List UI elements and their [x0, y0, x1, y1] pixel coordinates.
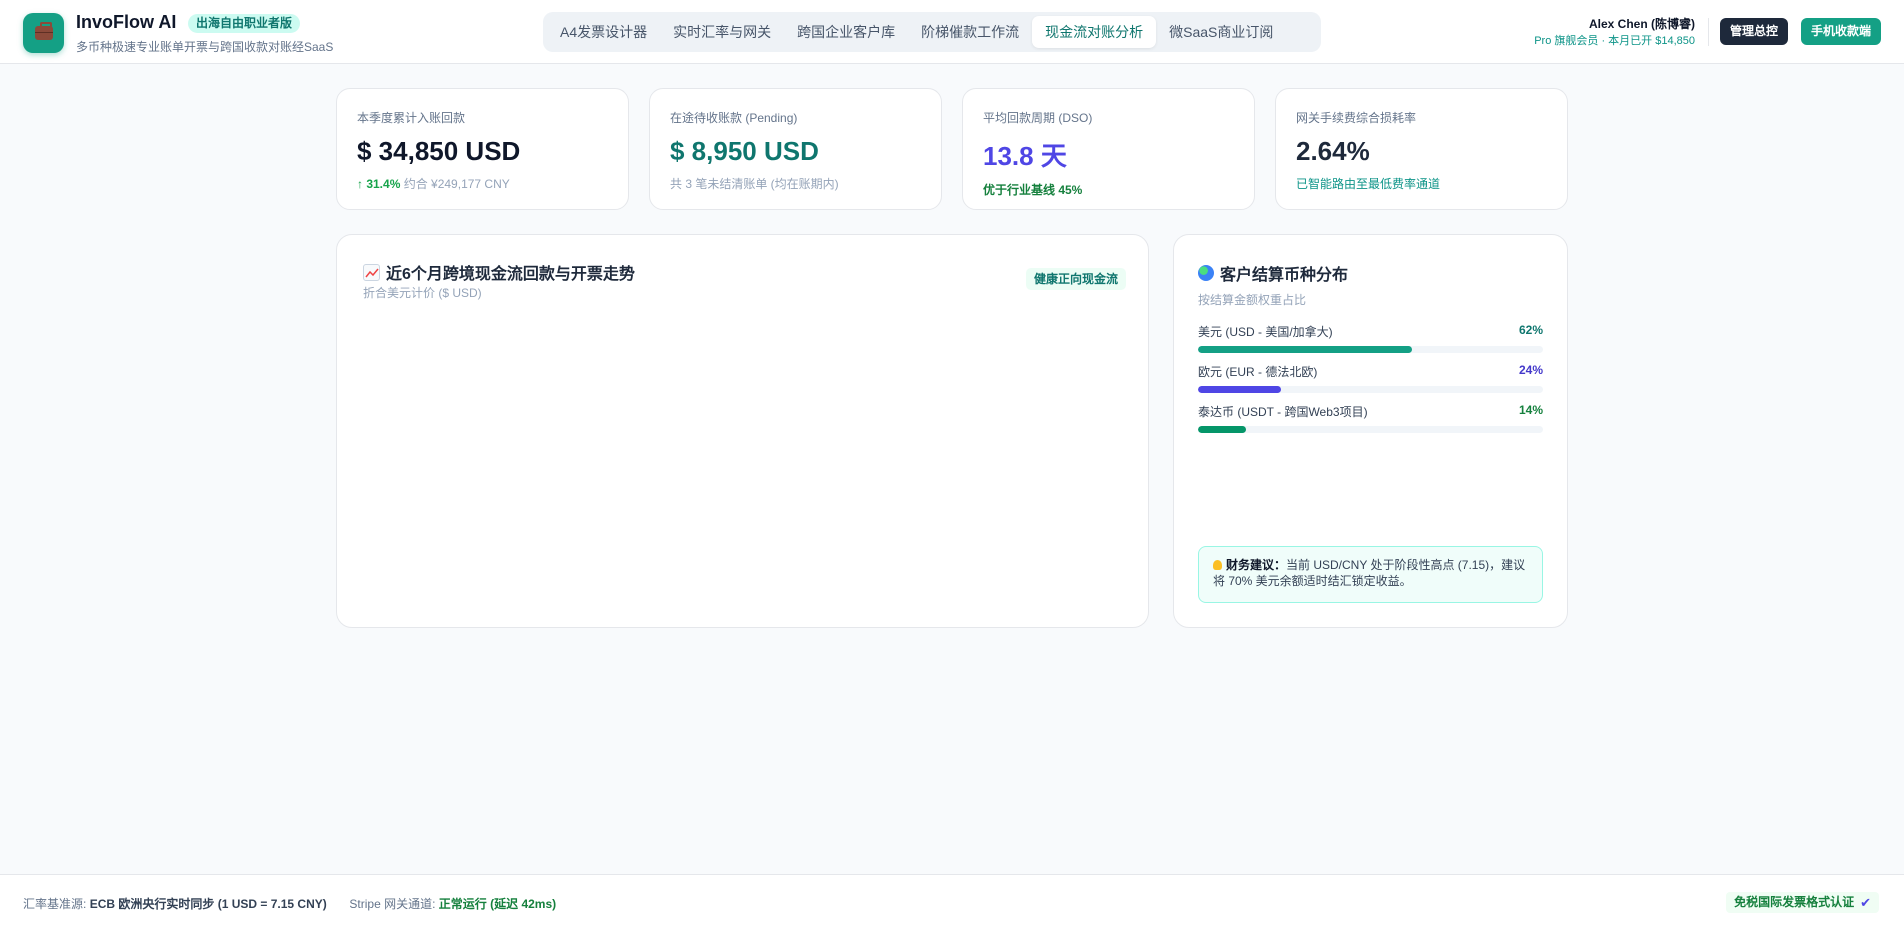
- kpi-foot-text: 约合 ¥249,177 CNY: [403, 177, 510, 191]
- trend-subtitle: 折合美元计价 ($ USD): [363, 286, 482, 300]
- app-subtitle: 多币种极速专业账单开票与跨国收款对账经SaaS: [76, 40, 334, 54]
- kpi-label: 本季度累计入账回款: [357, 111, 466, 125]
- cashflow-trend-panel: 近6个月跨境现金流回款与开票走势 折合美元计价 ($ USD) 健康正向现金流: [336, 234, 1149, 628]
- kpi-card-collected: 本季度累计入账回款 $ 34,850 USD ↑ 31.4% 约合 ¥249,1…: [336, 88, 629, 210]
- tab-cashflow-analysis[interactable]: 现金流对账分析: [1032, 16, 1157, 48]
- app-logo[interactable]: [23, 13, 64, 53]
- admin-console-button[interactable]: 管理总控: [1720, 18, 1789, 45]
- briefcase-icon: [34, 22, 53, 40]
- chart-icon: [363, 263, 380, 281]
- mobile-payment-button[interactable]: 手机收款端: [1801, 18, 1882, 45]
- kpi-foot-text: 共 3 笔未结清账单 (均在账期内): [670, 177, 839, 191]
- tab-saas-subscription[interactable]: 微SaaS商业订阅: [1156, 16, 1286, 48]
- currency-percent: 24%: [1518, 363, 1543, 377]
- header-divider: [1708, 18, 1709, 46]
- kpi-foot-text: 已智能路由至最低费率通道: [1296, 177, 1441, 191]
- currency-label: 欧元 (EUR - 德法北欧): [1198, 365, 1318, 379]
- user-name[interactable]: Alex Chen (陈博睿): [1589, 15, 1695, 32]
- certification-text: 免税国际发票格式认证: [1734, 895, 1855, 909]
- trend-title-text: 近6个月跨境现金流回款与开票走势: [386, 266, 635, 283]
- kpi-card-dso: 平均回款周期 (DSO) 13.8 天 优于行业基线 45%: [962, 88, 1255, 210]
- currency-title-text: 客户结算币种分布: [1220, 267, 1349, 284]
- growth-indicator: ↑ 31.4%: [357, 177, 401, 191]
- kpi-card-fee-rate: 网关手续费综合损耗率 2.64% 已智能路由至最低费率通道: [1275, 88, 1568, 210]
- progress-fill: [1198, 426, 1247, 433]
- rate-source-label: 汇率基准源:: [23, 897, 87, 911]
- status-footer: 汇率基准源: ECB 欧洲央行实时同步 (1 USD = 7.15 CNY) S…: [0, 874, 1904, 929]
- currency-row-usd: 美元 (USD - 美国/加拿大) 62%: [1198, 323, 1543, 353]
- currency-label: 美元 (USD - 美国/加拿大): [1198, 325, 1333, 339]
- currency-subtitle: 按结算金额权重占比: [1198, 293, 1307, 307]
- gateway-status: 正常运行 (延迟 42ms): [438, 897, 557, 911]
- currency-title: 客户结算币种分布: [1198, 261, 1348, 285]
- currency-label: 泰达币 (USDT - 跨国Web3项目): [1198, 405, 1368, 419]
- progress-track: [1198, 426, 1543, 433]
- top-header: InvoFlow AI 出海自由职业者版 多币种极速专业账单开票与跨国收款对账经…: [0, 0, 1904, 64]
- progress-fill: [1198, 346, 1412, 353]
- advice-label: 财务建议：: [1226, 558, 1287, 572]
- rate-source-value: ECB 欧洲央行实时同步 (1 USD = 7.15 CNY): [89, 897, 327, 911]
- kpi-value: $ 8,950 USD: [670, 136, 819, 166]
- progress-fill: [1198, 386, 1281, 393]
- currency-row-eur: 欧元 (EUR - 德法北欧) 24%: [1198, 363, 1543, 393]
- currency-distribution-panel: 客户结算币种分布 按结算金额权重占比 美元 (USD - 美国/加拿大) 62%…: [1173, 234, 1568, 628]
- app-name: InvoFlow AI: [76, 12, 177, 32]
- footer-status: 汇率基准源: ECB 欧洲央行实时同步 (1 USD = 7.15 CNY) S…: [23, 895, 556, 912]
- kpi-label: 平均回款周期 (DSO): [983, 111, 1093, 125]
- edition-badge: 出海自由职业者版: [188, 14, 301, 33]
- currency-percent: 14%: [1518, 403, 1543, 417]
- kpi-foot-text: 优于行业基线 45%: [983, 183, 1083, 197]
- kpi-foot: ↑ 31.4% 约合 ¥249,177 CNY: [357, 175, 608, 192]
- kpi-value: 2.64%: [1296, 136, 1370, 166]
- user-plan: Pro 旗舰会员 · 本月已开 $14,850: [1534, 35, 1695, 47]
- currency-percent: 62%: [1518, 323, 1543, 337]
- globe-icon: [1198, 265, 1214, 281]
- progress-track: [1198, 346, 1543, 353]
- trend-title: 近6个月跨境现金流回款与开票走势: [363, 260, 635, 284]
- gateway-label: Stripe 网关通道:: [349, 897, 436, 911]
- tab-dunning-workflow[interactable]: 阶梯催款工作流: [908, 16, 1032, 48]
- kpi-value: 13.8 天: [983, 141, 1067, 171]
- tab-exchange-rates[interactable]: 实时汇率与网关: [660, 16, 784, 48]
- tab-invoice-designer[interactable]: A4发票设计器: [547, 16, 660, 48]
- kpi-value: $ 34,850 USD: [357, 136, 521, 166]
- lightbulb-icon: [1213, 560, 1222, 570]
- tab-client-library[interactable]: 跨国企业客户库: [784, 16, 908, 48]
- currency-row-usdt: 泰达币 (USDT - 跨国Web3项目) 14%: [1198, 403, 1543, 433]
- certification-badge: 免税国际发票格式认证 ✔: [1726, 892, 1879, 913]
- progress-track: [1198, 386, 1543, 393]
- finance-advice-box: 财务建议：当前 USD/CNY 处于阶段性高点 (7.15)，建议将 70% 美…: [1198, 546, 1543, 603]
- health-badge: 健康正向现金流: [1025, 268, 1126, 290]
- kpi-card-pending: 在途待收账款 (Pending) $ 8,950 USD 共 3 笔未结清账单 …: [649, 88, 942, 210]
- kpi-label: 网关手续费综合损耗率: [1296, 111, 1417, 125]
- main-nav: A4发票设计器 实时汇率与网关 跨国企业客户库 阶梯催款工作流 现金流对账分析 …: [543, 12, 1321, 52]
- kpi-label: 在途待收账款 (Pending): [670, 111, 798, 125]
- check-icon: ✔: [1860, 895, 1871, 910]
